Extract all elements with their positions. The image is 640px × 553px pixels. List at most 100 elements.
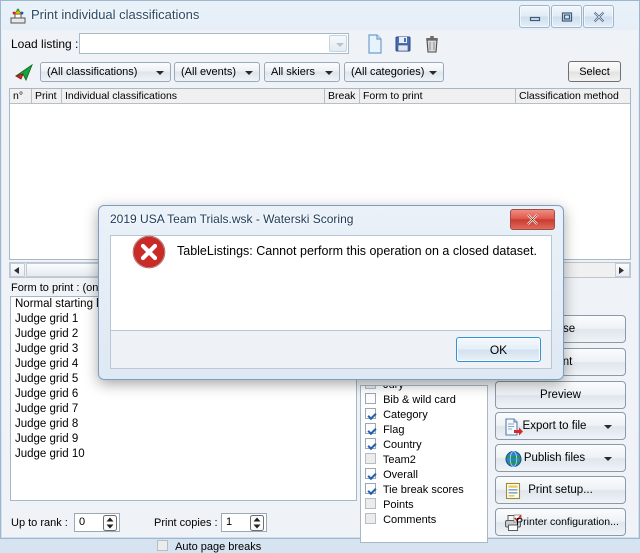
print-fields-list[interactable]: Jury Bib & wild card Category Flag Count… [360,385,488,543]
publish-files-button[interactable]: Publish files [495,444,626,472]
combo-categories[interactable]: (All categories) [344,62,444,82]
preview-button-label: Preview [540,389,581,401]
field-checkbox-comments[interactable]: Comments [361,513,487,528]
ok-button[interactable]: OK [456,337,541,362]
window-title: Print individual classifications [31,7,200,22]
field-label: Bib & wild card [383,394,456,406]
print-copies-value: 1 [226,516,233,528]
field-checkbox-flag[interactable]: Flag [361,423,487,438]
field-label: Category [383,409,428,421]
checkbox-box[interactable] [365,408,376,419]
checkbox-box[interactable] [365,386,376,389]
checkbox-box[interactable] [365,498,376,509]
printer-configuration-button[interactable]: Printer configuration... [495,508,626,536]
error-dialog: 2019 USA Team Trials.wsk - Waterski Scor… [98,205,564,380]
auto-page-breaks-label: Auto page breaks [175,541,262,553]
field-checkbox-category[interactable]: Category [361,408,487,423]
field-label: Overall [383,469,418,481]
print-copies-stepper[interactable]: 1 [221,513,267,532]
field-checkbox-tie-break-scores[interactable]: Tie break scores [361,483,487,498]
list-item[interactable]: Judge grid 6 [11,387,356,402]
combo-classifications-value: (All classifications) [47,66,138,78]
field-label: Flag [383,424,405,436]
load-listing-label: Load listing : [11,37,79,51]
print-classifications-window: Print individual classifications Load li… [0,0,640,553]
list-item[interactable]: Judge grid 7 [11,402,356,417]
field-checkbox-country[interactable]: Country [361,438,487,453]
restore-icon[interactable] [551,5,582,28]
combo-events-value: (All events) [181,66,237,78]
list-item[interactable]: Judge grid 10 [11,447,356,462]
new-document-icon[interactable] [364,33,386,55]
list-item[interactable]: Judge grid 8 [11,417,356,432]
load-listing-toolbar: Load listing : [2,30,638,58]
chevron-down-icon[interactable] [604,425,612,429]
scroll-right-icon[interactable] [615,263,630,277]
field-label: Tie break scores [382,484,464,496]
close-icon[interactable] [510,209,555,230]
field-label: Points [383,499,414,511]
chevron-down-icon[interactable] [604,457,612,461]
close-icon[interactable] [583,5,614,28]
preview-button[interactable]: Preview [495,381,626,409]
field-checkbox-jury[interactable]: Jury [361,385,487,393]
auto-page-breaks-checkbox[interactable]: Auto page breaks [157,540,261,553]
dialog-title-bar: 2019 USA Team Trials.wsk - Waterski Scor… [99,206,563,233]
grid-column-header-no[interactable]: n° [10,89,32,103]
window-title-bar: Print individual classifications [1,1,639,30]
save-disk-icon[interactable] [392,33,414,55]
dialog-footer: OK [110,331,552,369]
combo-classifications[interactable]: (All classifications) [40,62,171,82]
combo-skiers[interactable]: All skiers [264,62,340,82]
load-listing-combo[interactable] [79,33,349,54]
checkbox-box[interactable] [157,540,168,551]
stepper-arrows-icon[interactable] [103,515,117,531]
field-checkbox-points[interactable]: Points [361,498,487,513]
grid-column-header-print[interactable]: Print [32,89,62,103]
field-label: Jury [383,385,404,391]
filters-toolbar: (All classifications) (All events) All s… [2,59,638,86]
export-to-file-button[interactable]: Export to file [495,412,626,440]
grid-column-header-classification-method[interactable]: Classification method [516,89,636,103]
checkbox-box[interactable] [365,423,376,434]
scroll-left-icon[interactable] [10,263,25,277]
checkbox-box[interactable] [365,393,376,404]
field-label: Team2 [382,454,416,466]
error-icon [132,235,166,269]
trash-icon[interactable] [421,33,443,55]
checkbox-box[interactable] [365,453,376,464]
checkbox-box[interactable] [365,438,376,449]
dialog-message: TableListings: Cannot perform this opera… [177,244,537,258]
grid-column-header-break[interactable]: Break [325,89,360,103]
grid-column-header-form-to-print[interactable]: Form to print [360,89,516,103]
checkbox-box[interactable] [365,483,376,494]
filter-arrow-icon[interactable] [13,62,35,83]
chevron-down-icon[interactable] [329,35,347,52]
checkbox-box[interactable] [365,468,376,479]
select-button[interactable]: Select [568,61,621,82]
print-setup-label: Print setup... [528,484,593,496]
up-to-rank-stepper[interactable]: 0 [74,513,120,532]
field-checkbox-team2[interactable]: Team2 [361,453,487,468]
printer-configuration-label: Printer configuration... [516,516,619,528]
field-checkbox-overall[interactable]: Overall [361,468,487,483]
field-label: Country [383,439,422,451]
dialog-title: 2019 USA Team Trials.wsk - Waterski Scor… [110,212,354,226]
list-item[interactable]: Judge grid 9 [11,432,356,447]
field-checkbox-bib-wild-card[interactable]: Bib & wild card [361,393,487,408]
print-copies-label: Print copies : [154,517,218,529]
field-label: Comments [383,514,437,526]
combo-events[interactable]: (All events) [174,62,260,82]
up-to-rank-label: Up to rank : [11,517,68,529]
stepper-arrows-icon[interactable] [250,515,264,531]
print-setup-button[interactable]: Print setup... [495,476,626,504]
chevron-down-icon [245,71,253,75]
minimize-icon[interactable] [519,5,550,28]
checkbox-box[interactable] [365,513,376,524]
podium-icon [9,7,27,25]
combo-categories-value: (All categories) [351,66,425,78]
grid-header-row: n° Print Individual classifications Brea… [10,89,630,104]
chevron-down-icon [156,71,164,75]
grid-column-header-individual-classifications[interactable]: Individual classifications [62,89,325,103]
chevron-down-icon [429,71,437,75]
